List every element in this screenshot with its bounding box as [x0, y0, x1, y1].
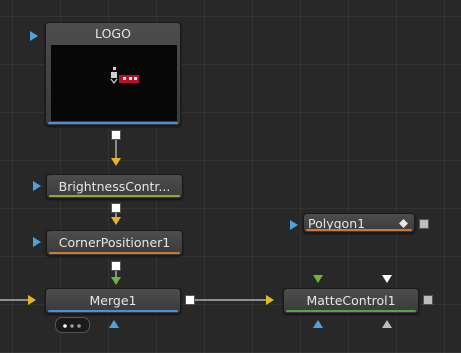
node-matte-control[interactable]: MatteControl1 [283, 288, 419, 314]
node-corner-positioner-title: CornerPositioner1 [58, 235, 171, 250]
brightness-mask-arrow[interactable] [33, 181, 41, 191]
polygon-input-arrow[interactable] [290, 220, 298, 230]
corner-output-port[interactable] [111, 261, 121, 271]
node-merge[interactable]: Merge1 [45, 288, 181, 314]
merge-effect-mask-arrow[interactable] [109, 320, 119, 328]
node-matte-control-title: MatteControl1 [306, 293, 396, 308]
matte-effect-mask-arrow[interactable] [313, 320, 323, 328]
node-logo[interactable]: LOGO [45, 22, 181, 126]
brightness-output-port[interactable] [111, 203, 121, 213]
merge-output-port[interactable] [185, 295, 195, 305]
corner-input-arrow[interactable] [111, 217, 121, 225]
node-editor-canvas[interactable]: LOGO BrightnessContr... CornerPositioner… [0, 0, 461, 353]
more-dots-icon[interactable] [55, 317, 90, 333]
diamond-icon[interactable] [399, 219, 408, 228]
more-dots-glyph [63, 324, 81, 328]
node-brightness-accent-bar [49, 195, 180, 197]
merge-background-arrow[interactable] [28, 295, 36, 305]
matte-background-arrow[interactable] [266, 295, 274, 305]
node-polygon[interactable]: Polygon1 [303, 213, 415, 233]
matte-garbage-arrow[interactable] [313, 275, 323, 283]
matte-foreground-arrow[interactable] [382, 275, 392, 283]
merge-foreground-arrow[interactable] [111, 277, 121, 285]
node-polygon-accent-bar [306, 229, 412, 231]
corner-mask-arrow[interactable] [33, 237, 41, 247]
polygon-output-port[interactable] [419, 219, 429, 229]
logo-input-arrow[interactable] [30, 31, 38, 41]
node-merge-accent-bar [48, 310, 178, 312]
node-logo-title: LOGO [95, 26, 131, 41]
logo-output-port[interactable] [111, 130, 121, 140]
node-matte-accent-bar [286, 310, 416, 312]
node-logo-accent-bar [48, 122, 178, 124]
node-brightness-contrast-title: BrightnessContr... [58, 179, 171, 194]
brightness-input-arrow[interactable] [111, 158, 121, 166]
node-merge-title: Merge1 [89, 293, 137, 308]
logo-thumbnail-image [110, 67, 139, 84]
node-brightness-contrast[interactable]: BrightnessContr... [46, 174, 183, 199]
logo-thumbnail [51, 45, 177, 121]
matte-solid-mask-arrow[interactable] [382, 320, 392, 328]
node-corner-positioner[interactable]: CornerPositioner1 [46, 230, 183, 256]
node-corner-accent-bar [49, 252, 180, 254]
matte-output-port[interactable] [423, 295, 433, 305]
